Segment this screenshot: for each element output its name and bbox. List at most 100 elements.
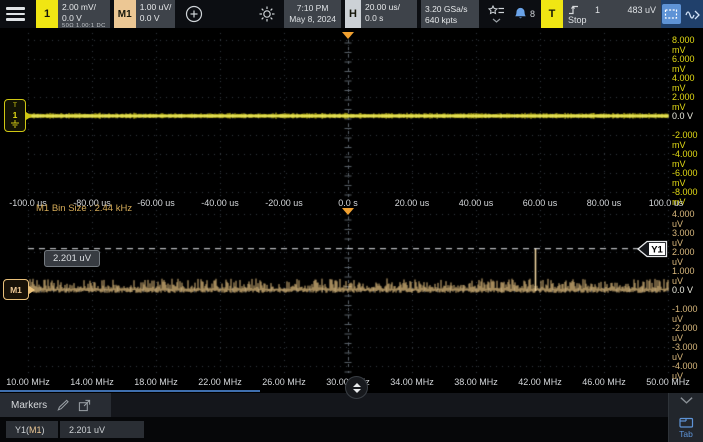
scope-x-label: 60.00 us xyxy=(508,198,572,208)
star-list-icon xyxy=(488,5,505,18)
fft-bin-size-annotation: M1 Bin Size : 2.44 kHz xyxy=(36,203,132,214)
channel-marker-trigger-label: T xyxy=(13,103,17,110)
scope-x-label: -20.00 us xyxy=(252,198,316,208)
channel-1-coupling: 50Ω 1.00:1 DC xyxy=(62,23,106,30)
notification-count: 8 xyxy=(530,9,535,19)
scope-x-label: -40.00 us xyxy=(188,198,252,208)
scope-y-label: 8.000 mV xyxy=(672,35,703,55)
horizontal-scale: 20.00 us/ xyxy=(365,2,413,13)
fft-x-label: 18.00 MHz xyxy=(124,377,188,387)
fft-y-label: 0.0 V xyxy=(672,285,703,295)
horizontal-settings[interactable]: 20.00 us/ 0.0 s xyxy=(361,0,417,28)
y1-flag-label: Y1 xyxy=(651,245,663,256)
add-waveform-button[interactable] xyxy=(181,0,207,28)
fft-x-label: 50.00 MHz xyxy=(636,377,700,387)
fft-y-label: 4.000 uV xyxy=(672,209,703,229)
panel-collapse-button[interactable] xyxy=(345,376,368,399)
scope-y-label: -2.000 mV xyxy=(672,130,703,150)
horizontal-button[interactable]: H xyxy=(345,0,361,28)
markers-tab[interactable]: Markers xyxy=(0,393,111,417)
marker-result-name[interactable]: Y1(M1) xyxy=(6,421,58,438)
channel-marker-number: 1 xyxy=(13,111,18,120)
fft-y-label: 1.000 uV xyxy=(672,266,703,286)
scope-x-label: 20.00 us xyxy=(380,198,444,208)
m1-marker-label: M1 xyxy=(10,285,22,295)
scope-y-label: -6.000 mV xyxy=(672,168,703,188)
markers-tab-label: Markers xyxy=(11,400,47,411)
scope-y-label: 2.000 mV xyxy=(672,92,703,112)
sample-rate: 3.20 GSa/s xyxy=(425,4,475,15)
scope-x-label: 80.00 us xyxy=(572,198,636,208)
ground-icon xyxy=(10,120,20,128)
trigger-button[interactable]: T xyxy=(541,0,563,28)
scope-x-label: -60.00 us xyxy=(124,198,188,208)
plus-circle-icon xyxy=(185,5,203,23)
box-zoom-button[interactable] xyxy=(662,4,681,24)
add-tab-button[interactable]: Tab xyxy=(679,416,694,439)
scroll-indicator[interactable] xyxy=(0,390,260,392)
export-icon[interactable] xyxy=(78,399,91,412)
waveform-display[interactable] xyxy=(0,0,703,393)
scope-y-label: 4.000 mV xyxy=(672,73,703,93)
fft-x-label: 34.00 MHz xyxy=(380,377,444,387)
chevron-down-icon xyxy=(492,18,501,23)
waveform-arrow-icon xyxy=(685,8,701,21)
trigger-settings[interactable]: 1 483 uV Stop xyxy=(563,0,661,28)
clock-time: 7:10 PM xyxy=(297,3,329,14)
brightness-icon xyxy=(258,5,276,23)
arrow-up-icon xyxy=(353,383,361,387)
marker-results-bar: Y1(M1) 2.201 uV xyxy=(0,417,703,442)
m1-scale: 1.00 uV/ xyxy=(140,2,172,13)
bottom-right-panel: Tab xyxy=(668,393,703,442)
fft-center-marker[interactable] xyxy=(342,208,354,215)
memory-depth: 640 kpts xyxy=(425,15,475,26)
scope-y-label: 6.000 mV xyxy=(672,54,703,74)
clock[interactable]: 7:10 PM May 8, 2024 xyxy=(284,0,341,28)
scope-x-label: 100.0 us xyxy=(634,198,698,208)
marker-value-label[interactable]: 2.201 uV xyxy=(44,250,100,267)
channel-1-scale: 2.00 mV/ xyxy=(62,2,106,13)
channel-1-offset: 0.0 V xyxy=(62,13,106,24)
tab-icon xyxy=(679,416,694,428)
display-settings-button[interactable] xyxy=(254,0,280,28)
horizontal-delay: 0.0 s xyxy=(365,13,413,24)
trigger-source: 1 xyxy=(595,5,600,15)
clock-date: May 8, 2024 xyxy=(289,14,336,25)
channel-1-button[interactable]: 1 xyxy=(36,0,58,28)
fft-y-label: 3.000 uV xyxy=(672,228,703,248)
zoom-tools xyxy=(661,0,703,28)
fft-x-label: 14.00 MHz xyxy=(60,377,124,387)
selection-rectangle-icon xyxy=(664,8,678,20)
rising-edge-icon xyxy=(568,4,579,15)
marker-result-value[interactable]: 2.201 uV xyxy=(60,421,144,438)
fft-y-label: -1.000 uV xyxy=(672,304,703,324)
notifications-button[interactable]: 8 xyxy=(509,0,539,28)
oscilloscope-app: 1 2.00 mV/ 0.0 V 50Ω 1.00:1 DC M1 1.00 u… xyxy=(0,0,703,442)
fft-y-label: 2.000 uV xyxy=(672,247,703,267)
fft-x-label: 46.00 MHz xyxy=(572,377,636,387)
waveform-tool-button[interactable] xyxy=(684,4,703,24)
edit-pencil-icon[interactable] xyxy=(56,399,69,412)
fft-y-label: -3.000 uV xyxy=(672,342,703,362)
acquisition-status[interactable]: 3.20 GSa/s 640 kpts xyxy=(421,0,479,28)
m1-settings[interactable]: 1.00 uV/ 0.0 V xyxy=(136,0,176,28)
fft-x-label: 10.00 MHz xyxy=(0,377,60,387)
menu-button[interactable] xyxy=(0,0,36,28)
tab-label: Tab xyxy=(679,429,693,439)
math-m1-button[interactable]: M1 xyxy=(114,0,136,28)
channel-1-ground-marker[interactable]: T 1 xyxy=(4,99,26,132)
m1-offset: 0.0 V xyxy=(140,13,172,24)
fft-x-label: 42.00 MHz xyxy=(508,377,572,387)
collapse-chevron-icon[interactable] xyxy=(679,396,694,405)
toolbar: 1 2.00 mV/ 0.0 V 50Ω 1.00:1 DC M1 1.00 u… xyxy=(0,0,703,28)
quick-actions-button[interactable] xyxy=(485,0,509,28)
fft-x-label: 38.00 MHz xyxy=(444,377,508,387)
bell-icon xyxy=(513,6,528,22)
channel-1-settings[interactable]: 2.00 mV/ 0.0 V 50Ω 1.00:1 DC xyxy=(58,0,110,28)
y1-marker-flag[interactable]: Y1 xyxy=(637,240,668,263)
scope-x-label: 0.0 s xyxy=(316,198,380,208)
trigger-mode: Stop xyxy=(568,15,656,25)
m1-ground-marker[interactable]: M1 xyxy=(3,279,29,300)
trigger-time-marker[interactable] xyxy=(342,32,354,39)
channel-marker-pointer xyxy=(26,112,32,120)
